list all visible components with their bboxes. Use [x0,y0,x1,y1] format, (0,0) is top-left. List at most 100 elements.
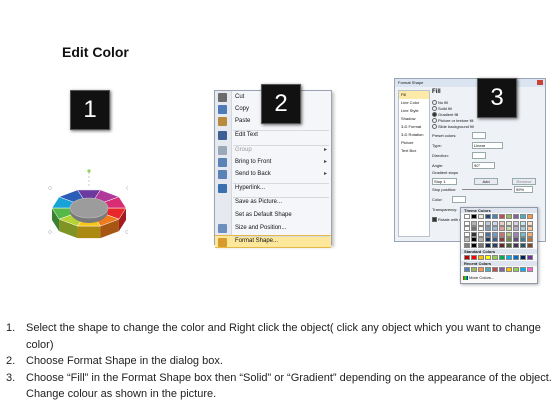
menu-item-size-and-position[interactable]: Size and Position... [215,222,331,235]
theme-color-swatch[interactable] [506,226,512,232]
recent-color-swatch[interactable] [464,267,470,272]
theme-color-swatch[interactable] [478,243,484,248]
theme-color-swatch[interactable] [471,214,477,219]
direction-dropdown[interactable] [472,152,486,159]
theme-color-swatch[interactable] [506,237,512,243]
theme-color-swatch[interactable] [492,243,498,248]
theme-color-swatch[interactable] [485,226,491,232]
theme-color-swatch[interactable] [513,214,519,219]
close-icon[interactable] [537,80,543,85]
theme-color-swatch[interactable] [492,231,498,237]
theme-color-swatch[interactable] [492,226,498,232]
theme-color-swatch[interactable] [464,237,470,243]
theme-color-swatch[interactable] [520,226,526,232]
remove-stop-button[interactable]: Remove [512,178,536,185]
color-picker-button[interactable] [452,196,466,203]
theme-color-swatch[interactable] [506,214,512,219]
standard-color-swatch[interactable] [492,255,498,260]
recent-color-swatch[interactable] [499,267,505,272]
recent-color-swatch[interactable] [478,267,484,272]
standard-color-swatch[interactable] [464,255,470,260]
theme-color-swatch[interactable] [464,220,470,226]
theme-color-swatch[interactable] [506,220,512,226]
type-dropdown[interactable]: Linear [472,142,503,149]
nav-line-color[interactable]: Line Color [399,99,429,107]
theme-color-swatch[interactable] [471,231,477,237]
theme-color-swatch[interactable] [499,237,505,243]
recent-color-swatch[interactable] [520,267,526,272]
theme-color-swatch[interactable] [471,226,477,232]
theme-color-swatch[interactable] [499,231,505,237]
theme-color-swatch[interactable] [527,214,533,219]
theme-color-swatch[interactable] [513,226,519,232]
theme-color-swatch[interactable] [478,237,484,243]
stop-position-slider[interactable] [462,189,512,190]
theme-color-swatch[interactable] [471,237,477,243]
theme-color-swatch[interactable] [485,237,491,243]
standard-color-swatch[interactable] [527,255,533,260]
add-stop-button[interactable]: Add [474,178,498,185]
theme-color-swatch[interactable] [513,243,519,248]
theme-color-swatch[interactable] [499,226,505,232]
theme-color-swatch[interactable] [506,231,512,237]
nav-fill[interactable]: Fill [399,91,429,99]
theme-color-swatch[interactable] [499,243,505,248]
theme-color-swatch[interactable] [485,243,491,248]
theme-color-swatch[interactable] [464,226,470,232]
theme-color-swatch[interactable] [478,231,484,237]
theme-color-swatch[interactable] [513,220,519,226]
recent-color-swatch[interactable] [527,267,533,272]
recent-color-swatch[interactable] [485,267,491,272]
standard-color-swatch[interactable] [485,255,491,260]
recent-color-swatch[interactable] [506,267,512,272]
theme-color-swatch[interactable] [464,243,470,248]
menu-item-set-as-default-shape[interactable]: Set as Default Shape [215,209,331,222]
theme-color-swatch[interactable] [499,214,505,219]
standard-color-swatch[interactable] [471,255,477,260]
theme-color-swatch[interactable] [513,231,519,237]
theme-color-swatch[interactable] [478,220,484,226]
nav-3d-rotation[interactable]: 3-D Rotation [399,131,429,139]
standard-color-swatch[interactable] [506,255,512,260]
nav-picture[interactable]: Picture [399,139,429,147]
theme-color-swatch[interactable] [506,243,512,248]
preset-colors-dropdown[interactable] [472,132,486,139]
theme-color-swatch[interactable] [492,220,498,226]
theme-color-swatch[interactable] [478,214,484,219]
theme-color-swatch[interactable] [520,231,526,237]
nav-3d-format[interactable]: 3-D Format [399,123,429,131]
theme-color-swatch[interactable] [527,226,533,232]
theme-color-swatch[interactable] [485,214,491,219]
theme-color-swatch[interactable] [513,237,519,243]
theme-color-swatch[interactable] [471,243,477,248]
stop-dropdown[interactable]: Stop 1 [432,178,457,185]
theme-color-swatch[interactable] [520,243,526,248]
option-slide-background-fill[interactable]: Slide background fill [432,124,474,130]
theme-color-swatch[interactable] [492,237,498,243]
theme-color-swatch[interactable] [464,214,470,219]
nav-text-box[interactable]: Text Box [399,147,429,155]
theme-color-swatch[interactable] [527,220,533,226]
theme-color-swatch[interactable] [492,214,498,219]
theme-color-swatch[interactable] [527,231,533,237]
menu-item-send-to-back[interactable]: Send to Back ▸ [215,168,331,181]
standard-color-swatch[interactable] [499,255,505,260]
theme-color-swatch[interactable] [499,220,505,226]
theme-color-swatch[interactable] [485,231,491,237]
recent-color-swatch[interactable] [492,267,498,272]
recent-color-swatch[interactable] [471,267,477,272]
standard-color-swatch[interactable] [513,255,519,260]
theme-color-swatch[interactable] [485,220,491,226]
more-colors-link[interactable]: More Colors... [463,275,494,280]
nav-line-style[interactable]: Line Style [399,107,429,115]
theme-color-swatch[interactable] [527,243,533,248]
theme-color-swatch[interactable] [520,214,526,219]
theme-color-swatch[interactable] [520,237,526,243]
standard-color-swatch[interactable] [478,255,484,260]
angle-input[interactable]: 90° [472,162,495,169]
color-ring-image[interactable] [38,164,128,254]
theme-color-swatch[interactable] [478,226,484,232]
theme-color-swatch[interactable] [527,237,533,243]
theme-color-swatch[interactable] [464,231,470,237]
theme-color-swatch[interactable] [520,220,526,226]
